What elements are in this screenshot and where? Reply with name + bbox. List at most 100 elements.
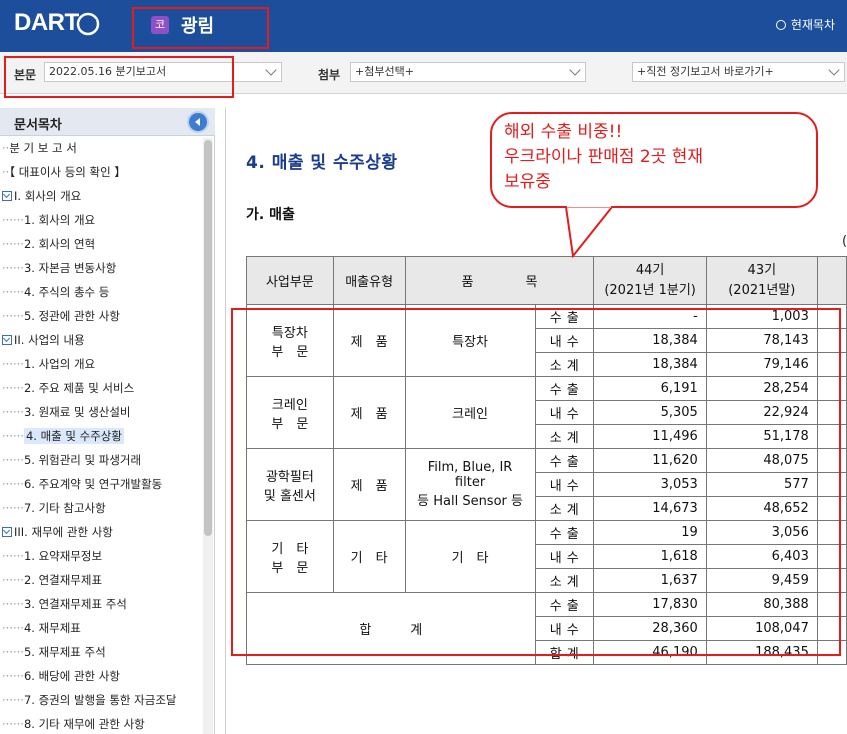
toc-item[interactable]: ······1. 회사의 개요 <box>2 208 95 232</box>
toc-scrollbar[interactable] <box>203 138 213 734</box>
toc-item[interactable]: ······1. 요약재무정보 <box>2 544 102 568</box>
toc-item[interactable]: ······7. 증권의 발행을 통한 자금조달 <box>2 688 177 712</box>
tree-connector: ······ <box>2 213 24 227</box>
expand-toggle-icon[interactable] <box>2 527 12 537</box>
toc-item[interactable]: I. 회사의 개요 <box>2 184 81 208</box>
toc-item-label: 1. 회사의 개요 <box>23 213 96 227</box>
tree-connector: ······ <box>2 621 24 635</box>
dart-viewer: DART 코 광림 현재목차 본문 2022.05.16 분기보고서 첨부 +첨… <box>0 0 847 734</box>
toc-item-label: 7. 기타 참고사항 <box>23 501 106 515</box>
toc-item-label: 2. 회사의 연혁 <box>23 237 96 251</box>
chevron-down-icon <box>569 64 581 76</box>
tree-connector: ······ <box>2 501 24 515</box>
toc-item-label: 6. 주요계약 및 연구개발활동 <box>23 477 163 491</box>
toc-item[interactable]: ··【 대표이사 등의 확인 】 <box>2 160 126 184</box>
toc-item[interactable]: ······1. 사업의 개요 <box>2 352 95 376</box>
top-header: DART 코 광림 현재목차 <box>0 0 847 52</box>
report-highlight-box <box>4 56 234 98</box>
tree-connector: ······ <box>2 693 24 707</box>
toc-item[interactable]: ······2. 회사의 연혁 <box>2 232 95 256</box>
logo-text: DART <box>14 9 79 36</box>
toc-item-label: 5. 재무제표 주석 <box>23 645 106 659</box>
toc-item[interactable]: ······4. 재무제표 <box>2 616 81 640</box>
current-toc-label: 현재목차 <box>790 18 835 32</box>
toc-title: 문서목차 <box>14 118 62 133</box>
circle-icon <box>775 19 786 30</box>
tree-connector: ······ <box>2 405 24 419</box>
header-type: 매출유형 <box>332 256 406 305</box>
toc-item-label: 2. 연결재무제표 <box>23 573 103 587</box>
callout-line-3: 보유중 <box>504 172 551 192</box>
tree-connector: ······ <box>2 573 24 587</box>
toc-item[interactable]: ······5. 위험관리 및 파생거래 <box>2 448 141 472</box>
toc-item[interactable]: ······6. 배당에 관한 사항 <box>2 664 120 688</box>
toc-item[interactable]: ······3. 자본금 변동사항 <box>2 256 116 280</box>
toc-item[interactable]: ······8. 기타 재무에 관한 사항 <box>2 712 145 734</box>
callout-line-1: 해외 수출 비중!! <box>504 122 623 142</box>
unit-mark: ( <box>842 234 847 249</box>
toc-item[interactable]: ··분 기 보 고 서 <box>2 136 77 160</box>
toc-item-label: 【 대표이사 등의 확인 】 <box>9 165 126 179</box>
toc-item[interactable]: ······ 4. 매출 및 수주상황 <box>2 424 124 448</box>
previous-report-value: +직전 정기보고서 바로가기+ <box>637 65 774 78</box>
chevron-down-icon <box>265 64 277 76</box>
toc-item-label: I. 회사의 개요 <box>14 189 82 203</box>
toc-item-label: 4. 매출 및 수주상황 <box>23 428 124 444</box>
expand-toggle-icon[interactable] <box>2 191 12 201</box>
header-division: 사업부문 <box>246 256 334 305</box>
toc-item-label: 3. 원재료 및 생산설비 <box>23 405 131 419</box>
toc-item-label: 8. 기타 재무에 관한 사항 <box>23 717 145 731</box>
attach-select-value: +첨부선택+ <box>355 65 414 78</box>
tree-connector: ······ <box>2 669 24 683</box>
toc-item-label: 7. 증권의 발행을 통한 자금조달 <box>23 693 177 707</box>
callout-line-2: 우크라이나 판매점 2곳 현재 <box>504 147 704 167</box>
toc-item[interactable]: II. 사업의 내용 <box>2 328 85 352</box>
toc-item[interactable]: III. 재무에 관한 사항 <box>2 520 113 544</box>
table-header-row: 사업부문 매출유형 품 목 44기 (2021년 1분기) 43기 (2021년… <box>246 256 847 305</box>
toc-item-label: 4. 재무제표 <box>23 621 81 635</box>
toc-item[interactable]: ······2. 연결재무제표 <box>2 568 102 592</box>
toc-item-label: 1. 요약재무정보 <box>23 549 103 563</box>
toc-item[interactable]: ······2. 주요 제품 및 서비스 <box>2 376 134 400</box>
tree-connector: ······ <box>2 309 24 323</box>
toc-sidebar: 문서목차 ··분 기 보 고 서 ··【 대표이사 등의 확인 】 I. 회사의 개… <box>0 108 215 734</box>
toc-item-label: 분 기 보 고 서 <box>9 141 77 155</box>
previous-report-select[interactable]: +직전 정기보고서 바로가기+ <box>632 62 845 82</box>
toc-item[interactable]: ······5. 재무제표 주석 <box>2 640 106 664</box>
toc-item[interactable]: ······7. 기타 참고사항 <box>2 496 106 520</box>
toc-item[interactable]: ······4. 주식의 총수 등 <box>2 280 109 304</box>
toc-header: 문서목차 <box>0 108 215 136</box>
dart-logo[interactable]: DART <box>14 9 79 37</box>
toc-item[interactable]: ······3. 연결재무제표 주석 <box>2 592 127 616</box>
tree-connector: ······ <box>2 597 24 611</box>
logo-swoosh-icon <box>76 12 100 36</box>
tree-connector: ······ <box>2 261 24 275</box>
tree-connector: ······ <box>2 549 24 563</box>
toc-item[interactable]: ······3. 원재료 및 생산설비 <box>2 400 131 424</box>
toc-item-label: III. 재무에 관한 사항 <box>14 525 113 539</box>
toc-item[interactable]: ······6. 주요계약 및 연구개발활동 <box>2 472 162 496</box>
tree-connector: ······ <box>2 453 24 467</box>
section-title: 4. 매출 및 수주상황 <box>246 153 398 173</box>
annotation-callout: 해외 수출 비중!! 우크라이나 판매점 2곳 현재 보유중 <box>490 112 818 208</box>
header-p44-sub: (2021년 1분기) <box>604 282 696 298</box>
toc-item[interactable]: ······5. 정관에 관한 사항 <box>2 304 120 328</box>
header-p44-label: 44기 <box>635 262 665 278</box>
company-highlight-box <box>132 7 269 49</box>
tree-connector: ······ <box>2 237 24 251</box>
tree-connector: ······ <box>2 477 24 491</box>
toc-item-label: 4. 주식의 총수 등 <box>23 285 110 299</box>
tree-connector: ······ <box>2 285 24 299</box>
subsection-title: 가. 매출 <box>246 207 295 223</box>
attach-select[interactable]: +첨부선택+ <box>350 62 586 82</box>
expand-toggle-icon[interactable] <box>2 335 12 345</box>
collapse-sidebar-icon[interactable] <box>187 111 209 133</box>
toc-scrollbar-thumb[interactable] <box>204 140 212 536</box>
toc-item-label: II. 사업의 내용 <box>14 333 85 347</box>
attach-label: 첨부 <box>318 68 341 82</box>
sales-highlight-box <box>231 308 841 656</box>
header-p43-label: 43기 <box>747 262 777 278</box>
current-toc-link[interactable]: 현재목차 <box>775 16 835 33</box>
tree-connector: ······ <box>2 717 24 731</box>
header-overflow <box>816 256 847 305</box>
